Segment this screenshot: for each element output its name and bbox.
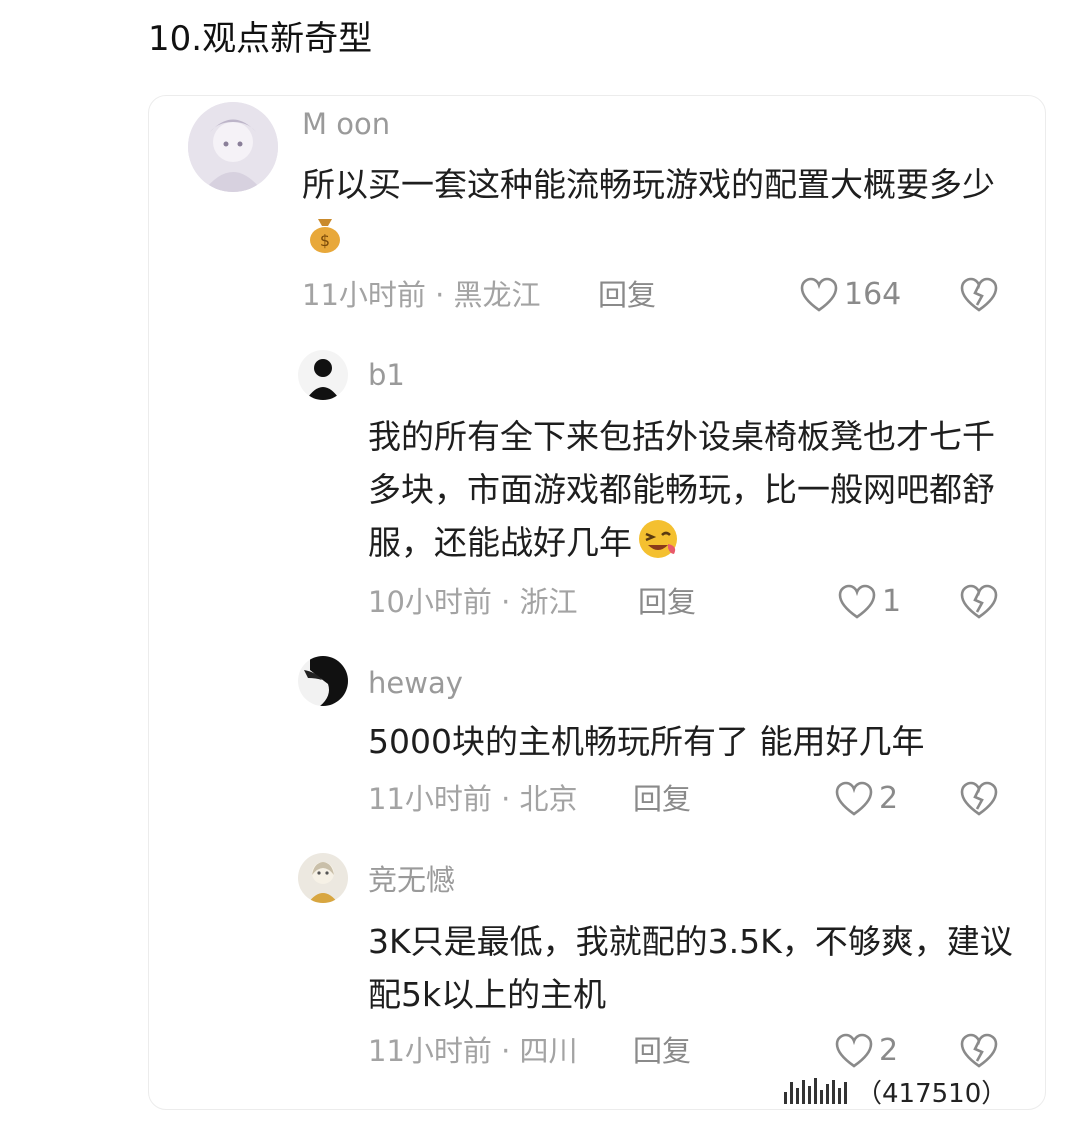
reply-button[interactable]: 回复 [638, 584, 696, 620]
person-silhouette-icon [298, 350, 348, 400]
reply-button[interactable]: 回复 [633, 1033, 691, 1069]
like-button[interactable]: 2 [835, 781, 898, 817]
dark-profile-icon [298, 656, 348, 706]
broken-heart-icon [960, 277, 998, 312]
like-button[interactable]: 164 [800, 277, 901, 313]
svg-text:$: $ [320, 231, 330, 250]
comment-meta: 11小时前 · 四川 [368, 1034, 578, 1068]
dislike-button[interactable] [960, 277, 998, 317]
anime-avatar-icon [188, 102, 278, 192]
comment-meta: 11小时前 · 北京 [368, 782, 578, 816]
comment-username[interactable]: 竞无憾 [368, 862, 455, 898]
watermark-logo-icon [784, 1078, 850, 1104]
avatar[interactable] [188, 102, 278, 192]
winking-face-icon [634, 518, 686, 575]
heart-icon [835, 781, 873, 816]
watermark-number: （417510） [856, 1078, 1008, 1109]
like-count: 2 [879, 781, 899, 816]
avatar[interactable] [298, 853, 348, 903]
dislike-button[interactable] [960, 781, 998, 821]
broken-heart-icon [960, 584, 998, 619]
comment-meta: 11小时前 · 黑龙江 [302, 278, 541, 312]
dislike-button[interactable] [960, 1033, 998, 1073]
comment-username[interactable]: heway [368, 665, 463, 701]
comment-text: 5000块的主机畅玩所有了 能用好几年 [368, 722, 925, 761]
heart-icon [838, 584, 876, 619]
avatar[interactable] [298, 350, 348, 400]
like-count: 1 [882, 584, 902, 619]
reply-button[interactable]: 回复 [598, 277, 656, 313]
comment-text: 所以买一套这种能流畅玩游戏的配置大概要多少 $ [302, 158, 1022, 270]
broken-heart-icon [960, 1033, 998, 1068]
page-heading: 10.观点新奇型 [148, 19, 373, 59]
comment-username[interactable]: M oon [302, 106, 390, 142]
watermark: （417510） [784, 1071, 1054, 1111]
like-button[interactable]: 2 [835, 1033, 898, 1069]
comment-meta: 10小时前 · 浙江 [368, 585, 578, 619]
avatar[interactable] [298, 656, 348, 706]
like-count: 2 [879, 1033, 899, 1068]
comment-text: 我的所有全下来包括外设桌椅板凳也才七千多块，市面游戏都能畅玩，比一般网吧都舒服，… [368, 410, 1018, 575]
heart-icon [800, 277, 838, 312]
like-button[interactable]: 1 [838, 584, 901, 620]
cartoon-avatar-icon [298, 853, 348, 903]
reply-button[interactable]: 回复 [633, 781, 691, 817]
broken-heart-icon [960, 781, 998, 816]
money-bag-icon: $ [304, 213, 346, 270]
like-count: 164 [844, 277, 902, 312]
heart-icon [835, 1033, 873, 1068]
comment-text: 3K只是最低，我就配的3.5K，不够爽，建议配5k以上的主机 [368, 922, 1013, 1014]
dislike-button[interactable] [960, 584, 998, 624]
comment-username[interactable]: b1 [368, 357, 405, 393]
